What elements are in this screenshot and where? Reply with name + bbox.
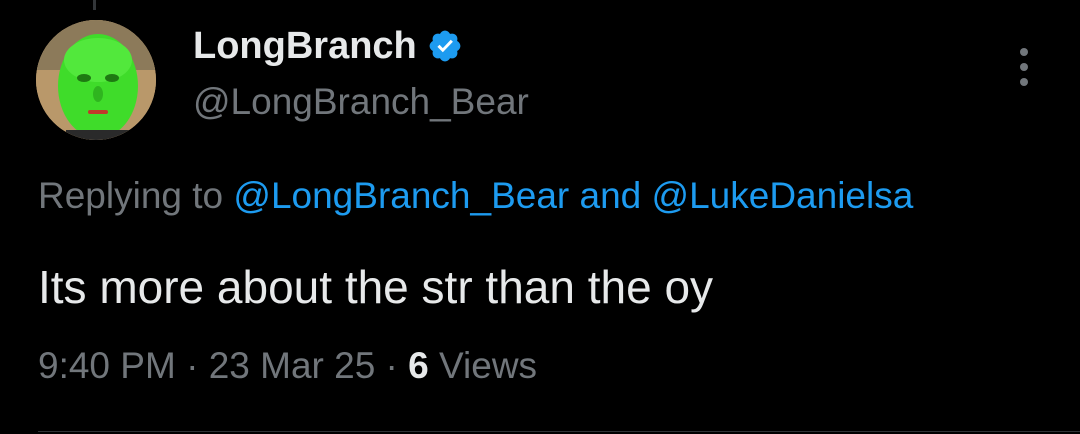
tweet-text: Its more about the str than the oy	[38, 261, 714, 313]
replying-conjunction: and	[569, 175, 652, 216]
views-label[interactable]: Views	[429, 345, 537, 386]
replying-prefix: Replying to	[38, 175, 234, 216]
more-dot-icon	[1020, 48, 1028, 56]
avatar-image	[36, 20, 156, 140]
more-dot-icon	[1020, 63, 1028, 71]
tweet-metadata: 9:40 PM · 23 Mar 25 · 6 Views	[38, 344, 537, 388]
views-count[interactable]: 6	[408, 345, 429, 386]
mention-link[interactable]: @LukeDanielsa	[652, 175, 914, 216]
replying-to-line: Replying to @LongBranch_Bear and @LukeDa…	[38, 174, 913, 218]
author-name-text[interactable]: LongBranch	[193, 24, 417, 68]
more-dot-icon	[1020, 78, 1028, 86]
meta-separator: ·	[175, 345, 209, 386]
meta-separator: ·	[375, 345, 409, 386]
tweet-date[interactable]: 23 Mar 25	[209, 345, 376, 386]
author-display-name[interactable]: LongBranch	[193, 24, 463, 68]
thread-connector-line	[93, 0, 96, 10]
avatar[interactable]	[36, 20, 156, 140]
tweet-time[interactable]: 9:40 PM	[38, 345, 176, 386]
more-options-button[interactable]	[1004, 42, 1044, 92]
verified-badge-icon[interactable]	[427, 28, 463, 64]
divider	[38, 431, 1080, 432]
author-handle[interactable]: @LongBranch_Bear	[193, 80, 529, 124]
mention-link[interactable]: @LongBranch_Bear	[233, 175, 569, 216]
